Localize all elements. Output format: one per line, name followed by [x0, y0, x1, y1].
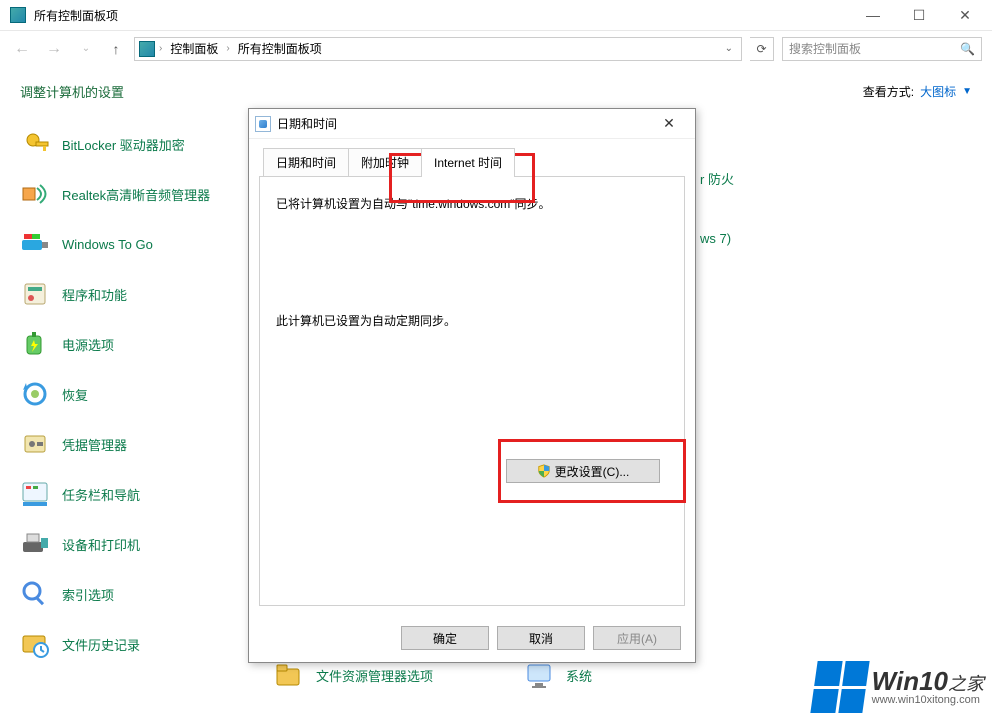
item-power[interactable]: 电源选项	[14, 319, 268, 369]
system-icon	[522, 658, 556, 692]
item-taskbar[interactable]: 任务栏和导航	[14, 469, 268, 519]
tab-panel-internet-time: 已将计算机设置为自动与"time.windows.com"同步。 此计算机已设置…	[259, 176, 685, 606]
chevron-down-icon: ▼	[962, 86, 972, 97]
window-close-button[interactable]: ✕	[942, 0, 988, 30]
bitlocker-icon	[18, 127, 52, 161]
nav-forward-button[interactable]: →	[42, 37, 66, 61]
watermark-url: www.win10xitong.com	[872, 694, 984, 706]
search-icon: 🔍	[960, 42, 975, 56]
view-label: 查看方式:	[863, 83, 914, 100]
window-maximize-button[interactable]: ☐	[896, 0, 942, 30]
item-programs[interactable]: 程序和功能	[14, 269, 268, 319]
change-settings-button[interactable]: 更改设置(C)...	[506, 459, 660, 483]
nav-recent-dropdown[interactable]: ⌄	[74, 37, 98, 61]
breadcrumb-2[interactable]: 所有控制面板项	[234, 40, 326, 57]
header-row: 调整计算机的设置 查看方式: 大图标 ▼	[0, 66, 992, 111]
item-indexing[interactable]: 索引选项	[14, 569, 268, 619]
item-label: 系统	[566, 666, 592, 685]
item-bitlocker[interactable]: BitLocker 驱动器加密	[14, 119, 268, 169]
ok-button[interactable]: 确定	[401, 626, 489, 650]
partial-item-firewall[interactable]: r 防火	[700, 169, 734, 188]
item-label: 任务栏和导航	[62, 485, 140, 504]
breadcrumb-sep: ›	[159, 43, 162, 54]
item-wintogo[interactable]: Windows To Go	[14, 219, 268, 269]
devices-icon	[18, 527, 52, 561]
dialog-titlebar[interactable]: 日期和时间 ✕	[249, 109, 695, 139]
dialog-icon	[255, 116, 271, 132]
recovery-icon	[18, 377, 52, 411]
nav-bar: ← → ⌄ ↑ › 控制面板 › 所有控制面板项 ⌄ ⟳ 搜索控制面板 🔍	[0, 30, 992, 66]
view-mode-dropdown[interactable]: 大图标	[920, 83, 956, 100]
breadcrumb-sep: ›	[226, 43, 229, 54]
tab-additional-clocks[interactable]: 附加时钟	[348, 148, 422, 177]
search-input[interactable]: 搜索控制面板 🔍	[782, 37, 982, 61]
wintogo-icon	[18, 227, 52, 261]
partial-item-windows7[interactable]: ws 7)	[700, 231, 731, 246]
item-label: 电源选项	[62, 335, 114, 354]
watermark-text: Win10之家	[872, 666, 984, 696]
indexing-icon	[18, 577, 52, 611]
nav-up-button[interactable]: ↑	[106, 39, 126, 59]
sync-status-text: 已将计算机设置为自动与"time.windows.com"同步。	[276, 195, 668, 212]
uac-shield-icon	[537, 464, 551, 478]
watermark: Win10之家 www.win10xitong.com	[814, 661, 984, 713]
item-label: 恢复	[62, 385, 88, 404]
taskbar-icon	[18, 477, 52, 511]
item-recovery[interactable]: 恢复	[14, 369, 268, 419]
address-dropdown-icon[interactable]: ⌄	[721, 43, 737, 54]
item-label: BitLocker 驱动器加密	[62, 135, 185, 154]
item-credentials[interactable]: 凭据管理器	[14, 419, 268, 469]
window-minimize-button[interactable]: —	[850, 0, 896, 30]
item-label: Realtek高清晰音频管理器	[62, 185, 210, 204]
item-devices-printers[interactable]: 设备和打印机	[14, 519, 268, 569]
dialog-tabs: 日期和时间 附加时钟 Internet 时间	[259, 147, 685, 176]
tab-datetime[interactable]: 日期和时间	[263, 148, 349, 177]
realtek-icon	[18, 177, 52, 211]
window-titlebar: 所有控制面板项 — ☐ ✕	[0, 0, 992, 30]
folder-options-icon	[272, 658, 306, 692]
window-title: 所有控制面板项	[32, 7, 850, 24]
address-bar[interactable]: › 控制面板 › 所有控制面板项 ⌄	[134, 37, 742, 61]
programs-icon	[18, 277, 52, 311]
item-label: 设备和打印机	[62, 535, 140, 554]
item-label: 索引选项	[62, 585, 114, 604]
windows-logo-icon	[810, 661, 869, 713]
tab-internet-time[interactable]: Internet 时间	[421, 148, 515, 177]
breadcrumb-1[interactable]: 控制面板	[166, 40, 222, 57]
power-icon	[18, 327, 52, 361]
item-label: 程序和功能	[62, 285, 127, 304]
dialog-button-row: 确定 取消 应用(A)	[249, 616, 695, 662]
change-settings-label: 更改设置(C)...	[555, 463, 630, 480]
credentials-icon	[18, 427, 52, 461]
app-icon	[10, 7, 26, 23]
apply-button[interactable]: 应用(A)	[593, 626, 681, 650]
item-label: Windows To Go	[62, 237, 153, 252]
page-heading: 调整计算机的设置	[20, 82, 124, 101]
refresh-button[interactable]: ⟳	[750, 37, 774, 61]
nav-back-button[interactable]: ←	[10, 37, 34, 61]
address-icon	[139, 41, 155, 57]
cancel-button[interactable]: 取消	[497, 626, 585, 650]
item-label: 文件资源管理器选项	[316, 666, 433, 685]
item-realtek[interactable]: Realtek高清晰音频管理器	[14, 169, 268, 219]
dialog-title: 日期和时间	[277, 115, 649, 132]
search-placeholder: 搜索控制面板	[789, 40, 861, 57]
item-label: 凭据管理器	[62, 435, 127, 454]
sync-schedule-text: 此计算机已设置为自动定期同步。	[276, 312, 668, 329]
dialog-close-button[interactable]: ✕	[649, 112, 689, 136]
datetime-dialog: 日期和时间 ✕ 日期和时间 附加时钟 Internet 时间 已将计算机设置为自…	[248, 108, 696, 663]
